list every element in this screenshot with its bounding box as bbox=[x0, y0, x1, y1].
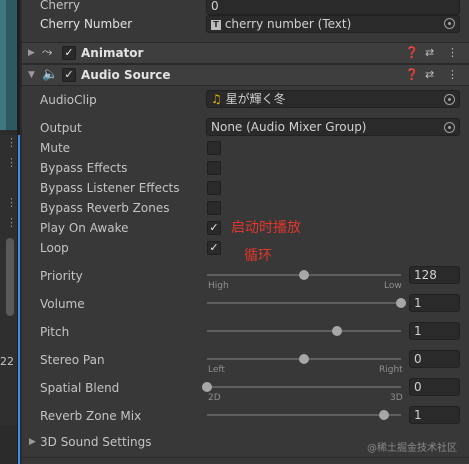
animator-title: Animator bbox=[81, 46, 144, 60]
priority-max-label: Low bbox=[384, 281, 402, 291]
mute-label: Mute bbox=[40, 141, 71, 155]
audio-source-title: Audio Source bbox=[81, 68, 171, 82]
bypass-effects-checkbox[interactable] bbox=[207, 161, 221, 175]
volume-field[interactable]: 1 bbox=[409, 294, 460, 312]
animator-icon: ⤳ bbox=[42, 45, 53, 60]
audioclip-value: 星が輝く冬 bbox=[225, 92, 286, 106]
cherry-label: Cherry bbox=[40, 0, 81, 12]
stereo-pan-label: Stereo Pan bbox=[40, 353, 105, 367]
cherry-number-label: Cherry Number bbox=[40, 17, 133, 31]
spatial-blend-max-label: 3D bbox=[390, 393, 403, 403]
left-scrollbar[interactable] bbox=[6, 238, 14, 316]
pitch-label: Pitch bbox=[40, 325, 70, 339]
spatial-blend-field[interactable]: 0 bbox=[409, 378, 460, 396]
stereo-pan-field[interactable]: 0 bbox=[409, 350, 460, 368]
audioclip-label: AudioClip bbox=[40, 93, 97, 107]
pitch-slider-knob[interactable] bbox=[331, 326, 342, 336]
animator-enable-checkbox[interactable]: ✓ bbox=[62, 46, 76, 60]
left-menu-icon-4[interactable]: ⋮ bbox=[6, 216, 17, 229]
priority-slider-knob[interactable] bbox=[299, 270, 309, 280]
output-label: Output bbox=[40, 121, 82, 135]
left-menu-icon-1[interactable]: ⋮ bbox=[6, 136, 17, 149]
presets-icon[interactable]: ⇄ bbox=[425, 68, 434, 81]
volume-label: Volume bbox=[40, 297, 85, 311]
play-on-awake-annotation: 启动时播放 bbox=[231, 220, 301, 236]
play-on-awake-label: Play On Awake bbox=[40, 221, 129, 235]
3d-sound-foldout-icon[interactable]: ▶ bbox=[29, 437, 36, 447]
left-menu-icon-3[interactable]: ⋮ bbox=[6, 196, 17, 209]
bypass-listener-effects-label: Bypass Listener Effects bbox=[40, 181, 180, 195]
bottom-divider bbox=[22, 457, 469, 458]
volume-slider-knob[interactable] bbox=[396, 298, 406, 308]
stereo-pan-slider-knob[interactable] bbox=[299, 354, 309, 364]
pitch-slider-track[interactable] bbox=[207, 330, 401, 332]
object-picker-icon[interactable] bbox=[444, 94, 455, 105]
reverb-zone-mix-slider-track[interactable] bbox=[207, 414, 401, 416]
object-picker-icon[interactable] bbox=[444, 122, 455, 133]
bypass-reverb-zones-checkbox[interactable] bbox=[207, 201, 221, 215]
pitch-field[interactable]: 1 bbox=[409, 322, 460, 340]
bypass-listener-effects-checkbox[interactable] bbox=[207, 181, 221, 195]
more-icon[interactable]: ⋮ bbox=[447, 68, 458, 81]
text-icon: T bbox=[211, 19, 221, 30]
priority-min-label: High bbox=[208, 281, 229, 291]
left-menu-icon-2[interactable]: ⋮ bbox=[6, 156, 17, 169]
priority-label: Priority bbox=[40, 269, 83, 283]
volume-slider-track[interactable] bbox=[207, 302, 401, 304]
selection-indicator bbox=[18, 135, 20, 464]
watermark: @稀土掘金技术社区 bbox=[367, 443, 457, 454]
help-icon[interactable]: ❓ bbox=[405, 46, 419, 59]
mute-checkbox[interactable] bbox=[207, 141, 221, 155]
cherry-number-field[interactable]: T cherry number (Text) bbox=[206, 15, 460, 33]
loop-annotation: 循环 bbox=[244, 248, 272, 264]
animator-foldout-icon[interactable]: ▶ bbox=[28, 48, 35, 58]
more-icon[interactable]: ⋮ bbox=[447, 46, 458, 59]
audioclip-field[interactable]: ♫ 星が輝く冬 bbox=[206, 90, 460, 108]
bypass-reverb-zones-label: Bypass Reverb Zones bbox=[40, 201, 170, 215]
help-icon[interactable]: ❓ bbox=[405, 68, 419, 81]
loop-checkbox[interactable]: ✓ bbox=[207, 241, 221, 255]
reverb-zone-mix-slider-knob[interactable] bbox=[378, 410, 389, 420]
spatial-blend-label: Spatial Blend bbox=[40, 381, 120, 395]
loop-label: Loop bbox=[40, 241, 69, 255]
priority-field[interactable]: 128 bbox=[409, 266, 460, 284]
play-on-awake-checkbox[interactable]: ✓ bbox=[207, 221, 221, 235]
cherry-number-value: cherry number (Text) bbox=[224, 17, 352, 31]
spatial-blend-slider-track[interactable] bbox=[207, 386, 401, 388]
reverb-zone-mix-field[interactable]: 1 bbox=[409, 406, 460, 424]
object-picker-icon[interactable] bbox=[444, 18, 455, 29]
speaker-icon: 🔈 bbox=[42, 67, 59, 82]
presets-icon[interactable]: ⇄ bbox=[425, 46, 434, 59]
spatial-blend-slider-knob[interactable] bbox=[202, 382, 212, 392]
reverb-zone-mix-label: Reverb Zone Mix bbox=[40, 409, 142, 423]
left-panel-number: 22 bbox=[0, 355, 14, 368]
output-field[interactable]: None (Audio Mixer Group) bbox=[206, 118, 460, 136]
cherry-field[interactable]: 0 bbox=[206, 0, 460, 15]
audio-source-foldout-icon[interactable]: ▼ bbox=[28, 70, 35, 80]
scene-preview-edge bbox=[0, 0, 6, 130]
audio-source-enable-checkbox[interactable]: ✓ bbox=[62, 68, 76, 82]
music-note-icon: ♫ bbox=[211, 92, 222, 106]
spatial-blend-min-label: 2D bbox=[208, 393, 221, 403]
bypass-effects-label: Bypass Effects bbox=[40, 161, 128, 175]
stereo-pan-min-label: Left bbox=[208, 365, 225, 375]
stereo-pan-max-label: Right bbox=[379, 365, 403, 375]
3d-sound-settings-label[interactable]: 3D Sound Settings bbox=[40, 435, 152, 449]
